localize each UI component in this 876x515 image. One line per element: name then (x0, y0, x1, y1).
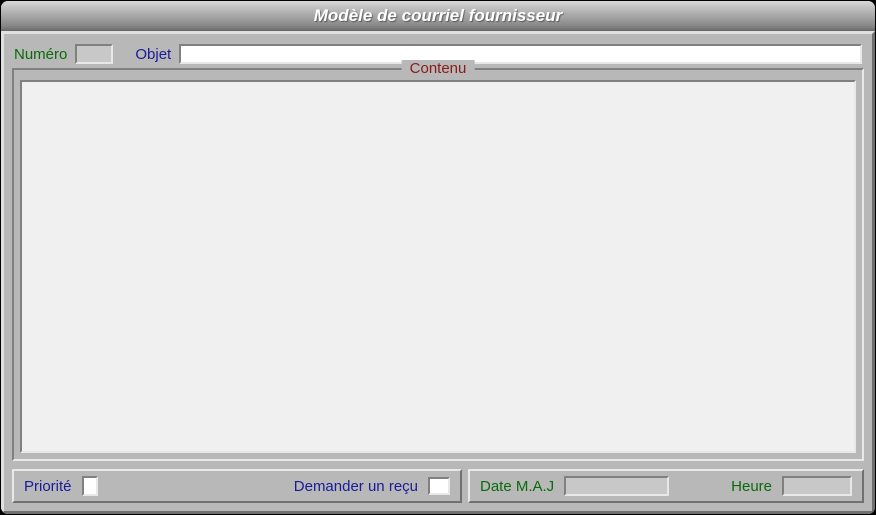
panel-right: Date M.A.J Heure (468, 469, 864, 503)
numero-label: Numéro (14, 46, 67, 63)
demander-recu-checkbox[interactable] (428, 477, 450, 495)
window-body: Numéro Objet Contenu Priorité Demander u… (1, 31, 875, 514)
heure-field (782, 476, 852, 496)
contenu-textarea[interactable] (20, 80, 856, 453)
demander-recu-label: Demander un reçu (294, 478, 418, 495)
objet-label: Objet (135, 46, 171, 63)
window-title: Modèle de courriel fournisseur (314, 6, 562, 26)
priorite-label: Priorité (24, 478, 72, 495)
objet-input[interactable] (179, 44, 862, 64)
contenu-legend: Contenu (402, 60, 475, 77)
heure-label: Heure (731, 478, 772, 495)
numero-field (75, 44, 113, 64)
priorite-field[interactable] (82, 476, 98, 496)
bottom-row: Priorité Demander un reçu Date M.A.J Heu… (8, 465, 868, 507)
date-maj-label: Date M.A.J (480, 478, 554, 495)
window-frame: Modèle de courriel fournisseur Numéro Ob… (0, 0, 876, 515)
contenu-fieldset: Contenu (12, 68, 864, 461)
panel-left: Priorité Demander un reçu (12, 469, 462, 503)
date-maj-field (564, 476, 669, 496)
titlebar[interactable]: Modèle de courriel fournisseur (1, 1, 875, 31)
